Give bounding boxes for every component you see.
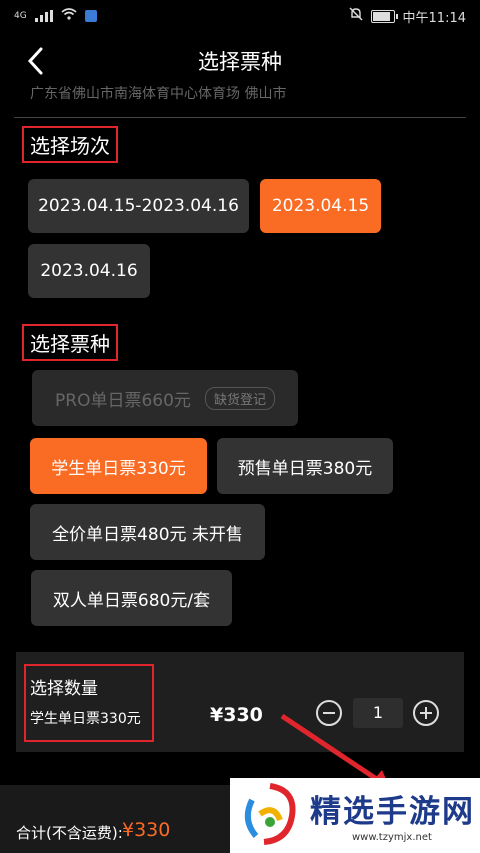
security-app-icon <box>84 10 97 22</box>
session-option-range[interactable]: 2023.04.15-2023.04.16 <box>28 179 249 233</box>
page-title: 选择票种 <box>198 50 282 74</box>
ticket-option-pro[interactable]: PRO单日票660元 缺货登记 <box>32 370 298 426</box>
wifi-icon <box>61 8 77 24</box>
ticket-option-student[interactable]: 学生单日票330元 <box>30 438 207 494</box>
watermark-name: 精选手游网 <box>310 794 475 830</box>
session-section-title: 选择场次 <box>22 126 118 163</box>
ticket-section-title: 选择票种 <box>22 324 118 361</box>
ticket-option-label: PRO单日票660元 <box>55 390 191 411</box>
quantity-info-box: 选择数量 学生单日票330元 <box>24 664 154 742</box>
quantity-title: 选择数量 <box>30 679 98 699</box>
back-arrow-icon[interactable] <box>22 46 52 76</box>
increase-quantity-icon[interactable] <box>413 700 439 726</box>
session-option-0415[interactable]: 2023.04.15 <box>260 179 381 233</box>
status-bar: 4G 中午11:14 <box>0 0 480 32</box>
clock: 中午11:14 <box>402 10 466 26</box>
total-value: ¥330 <box>122 819 171 841</box>
signal-icon <box>34 10 53 22</box>
ticket-option-fullprice[interactable]: 全价单日票480元 未开售 <box>30 504 265 560</box>
unit-price: ¥330 <box>210 704 263 726</box>
ticket-option-presale[interactable]: 预售单日票380元 <box>217 438 393 494</box>
watermark-logo-icon <box>244 783 296 845</box>
ticket-option-double[interactable]: 双人单日票680元/套 <box>31 570 232 626</box>
mute-icon <box>349 7 363 25</box>
divider <box>14 117 466 118</box>
watermark-badge: 精选手游网 www.tzymjx.net <box>230 778 480 853</box>
nav-bar: 选择票种 <box>0 32 480 90</box>
session-option-0416[interactable]: 2023.04.16 <box>28 244 150 298</box>
total-label: 合计(不含运费): <box>16 824 123 842</box>
out-of-stock-tag: 缺货登记 <box>204 386 275 410</box>
selected-ticket-name: 学生单日票330元 <box>30 711 141 727</box>
venue-address: 广东省佛山市南海体育中心体育场 佛山市 <box>30 86 287 102</box>
network-label: 4G <box>14 11 27 21</box>
watermark-url: www.tzymjx.net <box>352 832 432 843</box>
battery-icon <box>370 9 398 23</box>
